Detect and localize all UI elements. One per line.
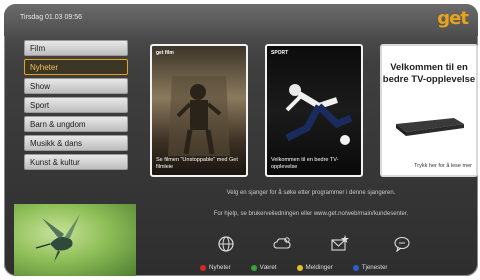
hummingbird-image [35, 214, 80, 262]
date-time: Tirsdag 01.03 09:56 [20, 14, 83, 21]
film-poster-image [168, 76, 230, 156]
menu-item-musikk-dans[interactable]: Musikk & dans [24, 135, 128, 151]
weather-icon[interactable] [272, 234, 292, 254]
decoder-box-image [396, 118, 464, 136]
legend-item-vaeret[interactable]: Været [250, 264, 277, 271]
legend-label-vaeret: Været [259, 264, 277, 271]
promo-card-film[interactable]: get film Se filmen "Unstoppable" med Get… [150, 44, 248, 177]
film-caption: Se filmen "Unstoppable" med Get filmleie [156, 157, 238, 170]
shortcut-icons [212, 234, 420, 254]
color-key-legend: Nyheter Været Meldinger Tjenester [200, 264, 388, 271]
menu-item-barn-ungdom[interactable]: Barn & ungdom [24, 116, 128, 132]
top-bar: Tirsdag 01.03 09:56 get [4, 4, 478, 36]
chat-icon[interactable] [392, 234, 412, 254]
welcome-caption: Trykk her for å lese mer [414, 163, 472, 169]
green-dot-icon [250, 264, 257, 271]
legend-label-tjenester: Tjenester [361, 264, 388, 271]
sport-caption: Velkommen til en bedre TV-opplevelse [271, 157, 339, 170]
legend-item-meldinger[interactable]: Meldinger [296, 264, 333, 271]
welcome-title: Velkommen til en bedre TV-opplevelse [382, 62, 476, 85]
messages-icon[interactable] [330, 234, 350, 254]
blue-dot-icon [352, 264, 359, 271]
legend-label-meldinger: Meldinger [305, 264, 333, 271]
menu-item-film[interactable]: Film [24, 40, 128, 56]
sport-player-image [285, 84, 353, 145]
legend-label-nyheter: Nyheter [209, 264, 231, 271]
live-tv-preview[interactable] [14, 204, 136, 276]
genre-menu: Film Nyheter Show Sport Barn & ungdom Mu… [24, 40, 128, 173]
promo-card-sport[interactable]: SPORT Velkommen til en bedre TV-opplevel… [265, 44, 363, 177]
red-dot-icon [200, 264, 206, 271]
film-badge: get film [156, 50, 174, 56]
menu-item-show[interactable]: Show [24, 78, 128, 94]
promo-card-welcome[interactable]: Velkommen til en bedre TV-opplevelse Try… [380, 44, 478, 177]
menu-item-nyheter[interactable]: Nyheter [24, 59, 128, 75]
sport-badge: SPORT [271, 50, 289, 56]
yellow-dot-icon [296, 264, 303, 271]
menu-item-kunst-kultur[interactable]: Kunst & kultur [24, 154, 128, 170]
menu-item-sport[interactable]: Sport [24, 97, 128, 113]
genre-hint: Velg en sjanger for å søke etter program… [226, 190, 396, 196]
globe-icon[interactable] [216, 234, 236, 254]
help-hint: For hjelp, se brukerveiledningen eller w… [213, 211, 409, 217]
legend-item-tjenester[interactable]: Tjenester [352, 264, 388, 271]
get-logo: get [437, 8, 469, 29]
tv-portal-screen: Tirsdag 01.03 09:56 get Film Nyheter Sho… [4, 4, 478, 276]
legend-item-nyheter[interactable]: Nyheter [200, 264, 231, 271]
